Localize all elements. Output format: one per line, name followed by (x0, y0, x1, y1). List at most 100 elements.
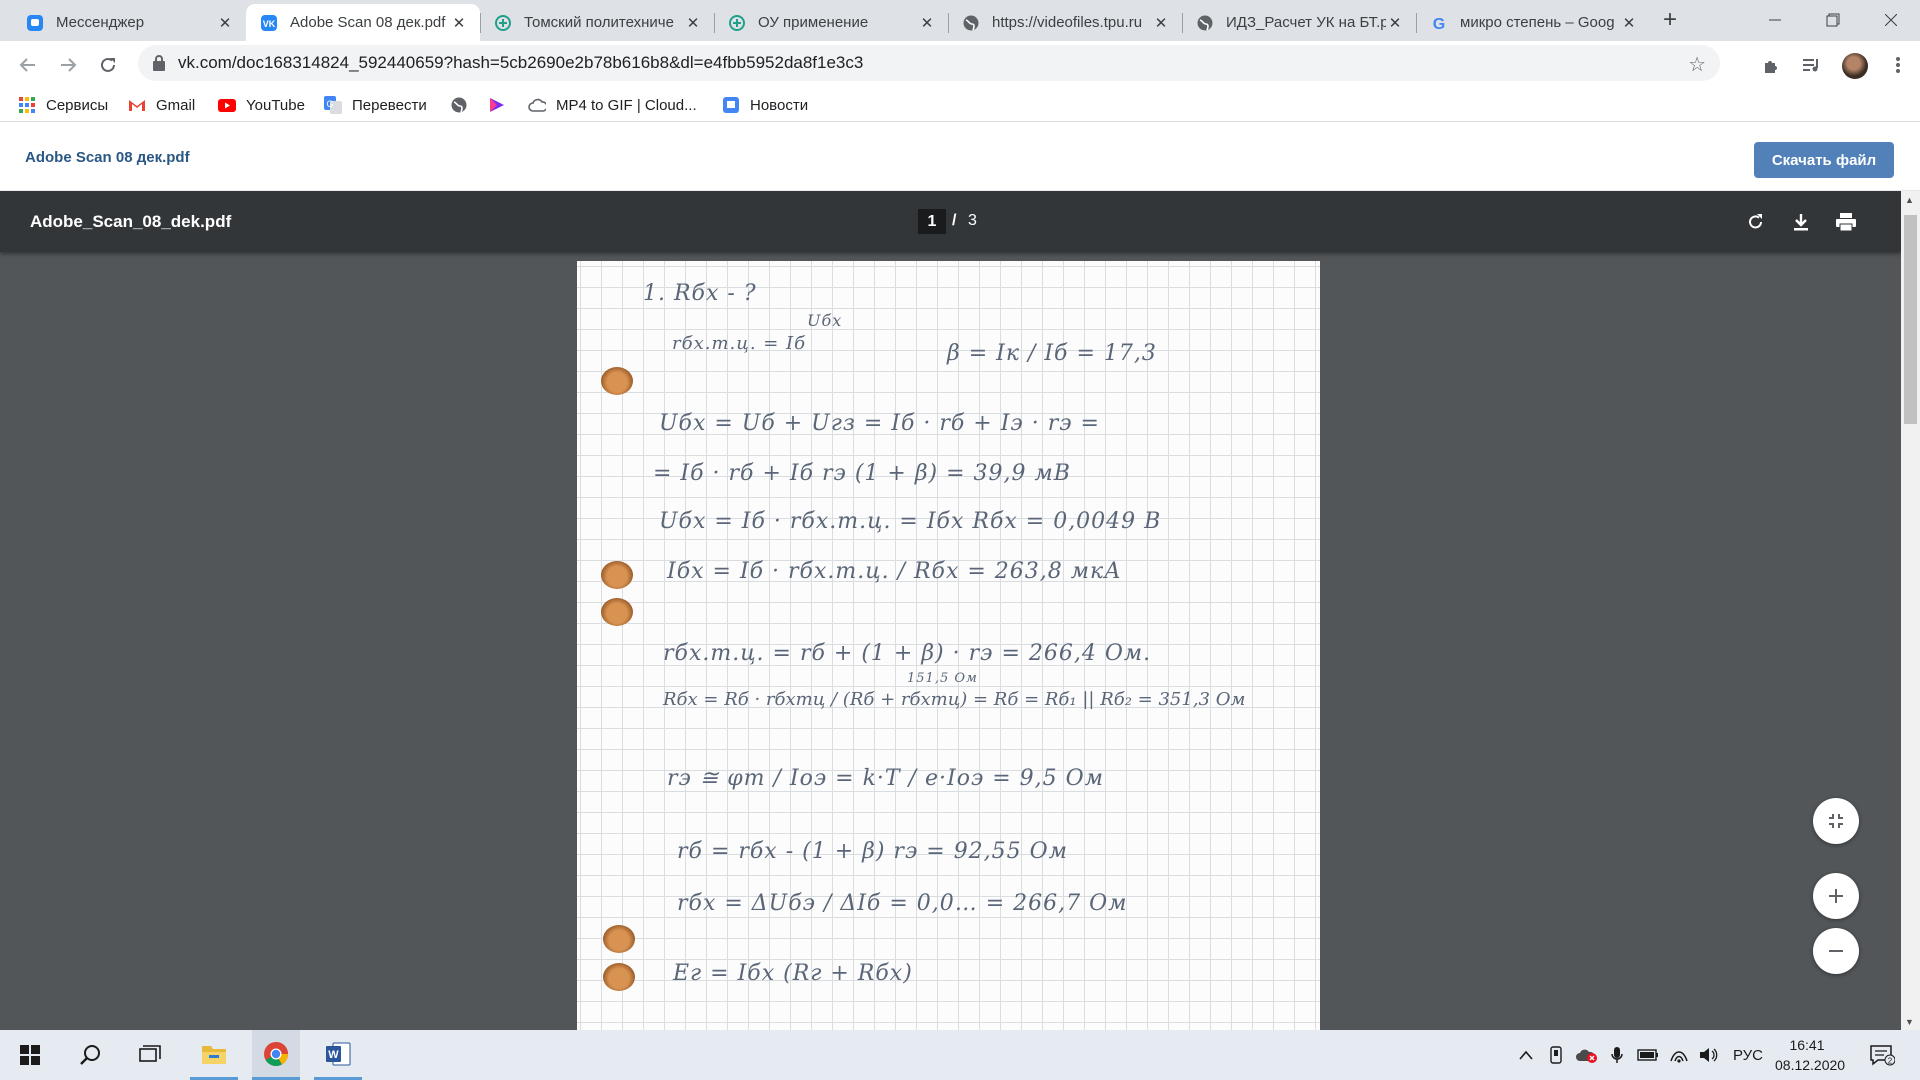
tab-title: Adobe Scan 08 дек.pdf (290, 14, 446, 31)
bookmarks-bar: Сервисы Gmail YouTube G Перевести MP4 to… (0, 88, 1920, 122)
tab-ou[interactable]: ОУ применение ✕ (714, 4, 948, 41)
scrollbar-thumb[interactable] (1904, 215, 1917, 424)
print-icon[interactable] (1834, 210, 1858, 234)
close-tab-icon[interactable]: ✕ (918, 14, 936, 32)
handwritten-line: β = Iк / Iб = 17,3 (947, 341, 1157, 366)
download-file-button[interactable]: Скачать файл (1754, 142, 1894, 178)
lock-icon (152, 54, 166, 72)
bookmark-label: Новости (750, 96, 809, 114)
tab-adobe-scan[interactable]: VK Adobe Scan 08 дек.pdf ✕ (246, 4, 480, 41)
handwritten-line: 151,5 Ом (907, 671, 978, 686)
punch-hole (601, 367, 633, 395)
battery-icon[interactable] (1635, 1045, 1661, 1065)
wifi-icon[interactable] (1667, 1045, 1691, 1065)
notifications-icon[interactable]: 2 (1866, 1045, 1898, 1066)
download-icon[interactable] (1789, 210, 1813, 234)
microphone-icon[interactable] (1606, 1045, 1628, 1065)
search-icon[interactable] (66, 1030, 114, 1080)
zoom-out-button[interactable] (1813, 928, 1859, 974)
rotate-icon[interactable] (1744, 210, 1768, 234)
task-view-icon[interactable] (126, 1030, 174, 1080)
url-text: vk.com/doc168314824_592440659?hash=5cb26… (178, 53, 864, 72)
tab-title: ИДЗ_Расчет УК на БТ.р (1226, 14, 1386, 31)
volume-icon[interactable] (1697, 1045, 1721, 1065)
new-tab-button[interactable]: + (1656, 6, 1684, 34)
back-button[interactable] (14, 51, 42, 79)
tab-messenger[interactable]: Мессенджер ✕ (12, 4, 246, 41)
minimize-button[interactable] (1746, 0, 1804, 40)
tab-google[interactable]: G микро степень – Goog ✕ (1416, 4, 1650, 41)
handwritten-line: rбх.т.ц. = rб + (1 + β) · rэ = 266,4 Ом. (663, 641, 1152, 666)
extensions-icon[interactable] (1760, 53, 1784, 77)
profile-avatar[interactable] (1842, 53, 1868, 79)
file-explorer-icon[interactable] (190, 1030, 238, 1080)
onedrive-error-icon[interactable] (1574, 1045, 1600, 1065)
reload-button[interactable] (94, 51, 122, 79)
show-hidden-icons[interactable] (1516, 1045, 1536, 1065)
menu-icon[interactable] (1886, 53, 1910, 77)
bookmark-mp4-gif[interactable]: MP4 to GIF | Cloud... (528, 94, 697, 116)
cloud-icon (528, 96, 546, 114)
page-number-input[interactable]: 1 (918, 209, 946, 234)
bookmark-translate[interactable]: G Перевести (324, 94, 427, 116)
total-pages: 3 (968, 212, 977, 229)
news-icon (722, 96, 740, 114)
globe-icon (450, 96, 468, 114)
clock-time: 16:41 (1789, 1037, 1825, 1053)
windows-start-icon[interactable] (6, 1030, 54, 1080)
google-icon: G (1430, 14, 1448, 32)
scroll-down-arrow[interactable]: ▼ (1905, 1017, 1914, 1027)
close-tab-icon[interactable]: ✕ (1620, 14, 1638, 32)
address-bar[interactable]: vk.com/doc168314824_592440659?hash=5cb26… (138, 45, 1720, 81)
bookmark-label: MP4 to GIF | Cloud... (556, 96, 697, 114)
handwritten-line: Eг = Iбх (Rг + Rбх) (673, 961, 913, 986)
tab-videofiles[interactable]: https://videofiles.tpu.ru ✕ (948, 4, 1182, 41)
bookmark-globe[interactable] (450, 94, 478, 116)
word-icon[interactable]: W (314, 1030, 362, 1080)
close-tab-icon[interactable]: ✕ (450, 14, 468, 32)
handwritten-line: Uбх = Iб · rбх.т.ц. = Iбх Rбх = 0,0049 В (659, 509, 1162, 534)
tab-idz[interactable]: ИДЗ_Расчет УК на БТ.р ✕ (1182, 4, 1416, 41)
input-language[interactable]: РУС (1728, 1045, 1768, 1065)
fit-to-page-button[interactable] (1813, 798, 1859, 844)
punch-hole (601, 598, 633, 626)
close-tab-icon[interactable]: ✕ (1386, 14, 1404, 32)
device-icon[interactable] (1545, 1045, 1567, 1065)
page-scrollbar[interactable]: ▲ ▼ (1901, 191, 1920, 1030)
zoom-in-button[interactable] (1813, 873, 1859, 919)
punch-hole (603, 925, 635, 953)
gmail-icon (128, 96, 146, 114)
youtube-icon (218, 96, 236, 114)
document-title-link[interactable]: Adobe Scan 08 дек.pdf (25, 149, 190, 166)
punch-hole (603, 963, 635, 991)
pdf-viewer: 1. Rбх - ? Uбх rбх.т.ц. = Iб β = Iк / Iб… (0, 191, 1901, 1030)
system-clock[interactable]: 16:41 08.12.2020 (1775, 1035, 1845, 1075)
svg-text:G: G (1433, 16, 1445, 32)
forward-button[interactable] (54, 51, 82, 79)
handwritten-line: Iбх = Iб · rбх.т.ц. / Rбх = 263,8 мкА (667, 559, 1122, 584)
tab-strip: Мессенджер ✕ VK Adobe Scan 08 дек.pdf ✕ … (0, 0, 1920, 41)
bookmark-gmail[interactable]: Gmail (128, 94, 195, 116)
tab-tpu[interactable]: Томский политехниче ✕ (480, 4, 714, 41)
bookmark-services[interactable]: Сервисы (18, 94, 108, 116)
handwritten-line: rбх = ΔUбэ / ΔIб = 0,0… = 266,7 Ом (677, 891, 1128, 916)
apps-grid-icon (18, 96, 36, 114)
close-tab-icon[interactable]: ✕ (684, 14, 702, 32)
bookmark-purple[interactable] (488, 94, 516, 116)
svg-text:VK: VK (263, 19, 276, 29)
svg-text:G: G (326, 99, 333, 109)
restore-button[interactable] (1804, 0, 1862, 40)
close-tab-icon[interactable]: ✕ (1152, 14, 1170, 32)
media-control-icon[interactable] (1799, 53, 1823, 77)
scroll-up-arrow[interactable]: ▲ (1905, 195, 1914, 205)
tab-title: микро степень – Goog (1460, 14, 1615, 31)
bookmark-star-icon[interactable]: ☆ (1688, 52, 1706, 77)
bookmark-youtube[interactable]: YouTube (218, 94, 305, 116)
bookmark-label: Перевести (352, 96, 427, 114)
bookmark-news[interactable]: Новости (722, 94, 808, 116)
chrome-icon[interactable] (252, 1030, 300, 1080)
punch-hole (601, 561, 633, 589)
svg-text:W: W (328, 1049, 339, 1061)
close-window-button[interactable] (1862, 0, 1920, 40)
close-tab-icon[interactable]: ✕ (216, 14, 234, 32)
